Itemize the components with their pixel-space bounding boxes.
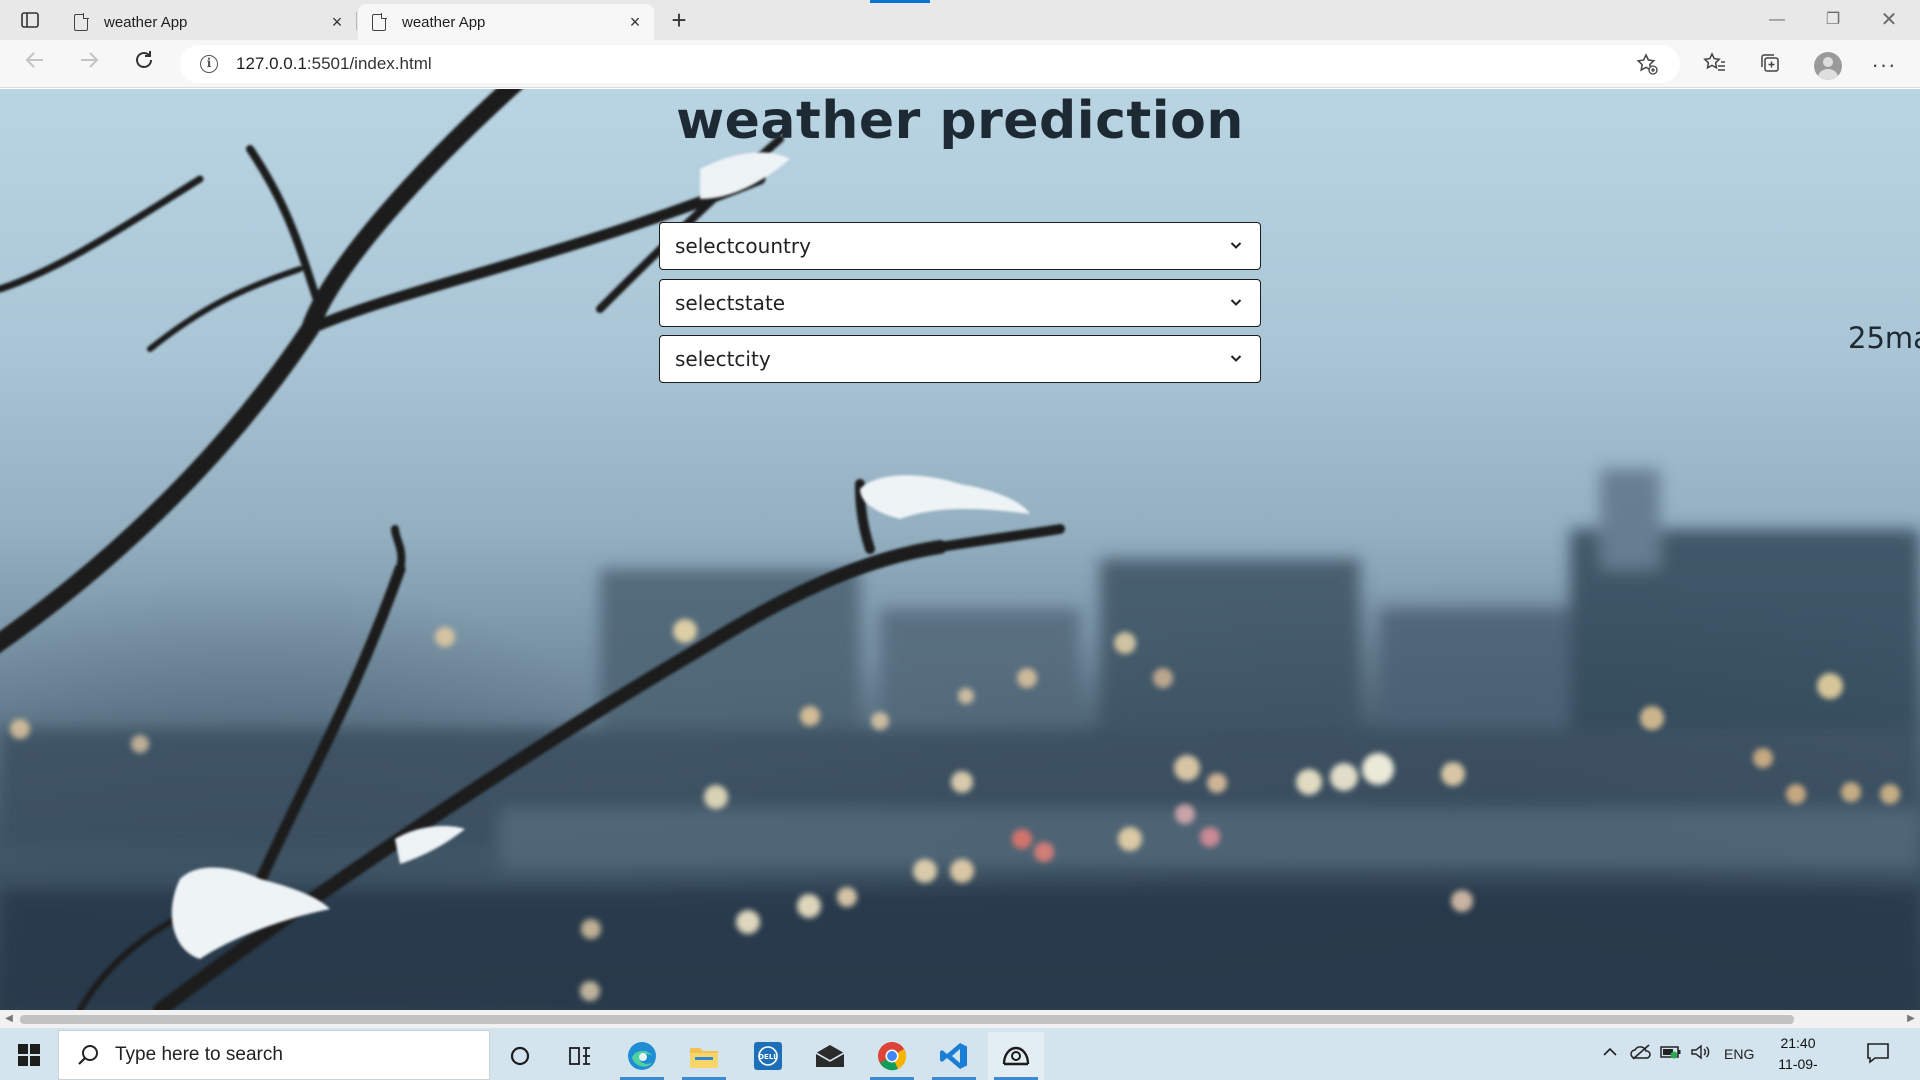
tab-title: weather App [104, 13, 188, 31]
page-viewport: weather prediction selectcountry selects… [0, 89, 1920, 1010]
city-select[interactable]: selectcity [659, 335, 1261, 383]
back-arrow-icon[interactable] [20, 49, 50, 79]
chevron-down-icon [1230, 299, 1242, 306]
taskbar-search[interactable]: Type here to search [58, 1030, 490, 1080]
window-close-icon[interactable]: ✕ [1866, 4, 1912, 36]
favorites-icon[interactable] [1702, 52, 1728, 78]
browser-toolbar: i 127.0.0.1:5501/index.html ··· [0, 40, 1920, 88]
close-icon[interactable]: × [328, 13, 346, 31]
country-select-value: selectcountry [675, 234, 811, 258]
windows-start-icon[interactable] [18, 1044, 40, 1066]
chevron-down-icon [1230, 242, 1242, 249]
scrollbar-thumb[interactable] [20, 1015, 1794, 1024]
plus-icon[interactable]: + [664, 6, 694, 36]
scroll-left-icon[interactable]: ◀ [0, 1010, 18, 1028]
close-icon[interactable]: × [626, 13, 644, 31]
snip-sketch-icon[interactable] [988, 1032, 1044, 1080]
search-placeholder: Type here to search [115, 1044, 283, 1065]
tab-separator [356, 12, 357, 30]
address-bar[interactable]: i 127.0.0.1:5501/index.html [180, 45, 1680, 83]
country-select[interactable]: selectcountry [659, 222, 1261, 270]
city-select-value: selectcity [675, 347, 771, 371]
horizontal-scrollbar[interactable]: ◀ ▶ [0, 1010, 1920, 1028]
tab-actions-icon[interactable] [14, 8, 46, 32]
onedrive-icon[interactable] [1630, 1044, 1652, 1065]
task-view-icon[interactable] [552, 1032, 608, 1080]
volume-icon[interactable] [1690, 1044, 1712, 1065]
taskbar: Type here to search DELL ENG 21:40 11-09… [0, 1028, 1920, 1080]
tab-title: weather App [402, 13, 486, 31]
notifications-icon[interactable] [1866, 1042, 1890, 1064]
dell-icon[interactable]: DELL [740, 1032, 796, 1080]
edge-icon[interactable] [614, 1032, 670, 1080]
taskbar-clock[interactable]: 21:40 11-09-2021 [1768, 1033, 1828, 1080]
tab-weather-app-2[interactable]: weather App × [358, 4, 654, 40]
tab-weather-app-1[interactable]: weather App × [60, 4, 356, 40]
state-select-value: selectstate [675, 291, 786, 315]
mail-icon[interactable] [802, 1032, 858, 1080]
cortana-icon[interactable] [492, 1032, 548, 1080]
clock-time: 21:40 [1780, 1035, 1816, 1051]
forward-arrow-icon[interactable] [74, 49, 104, 79]
state-select[interactable]: selectstate [659, 279, 1261, 327]
profile-avatar[interactable] [1814, 52, 1842, 80]
refresh-icon[interactable] [129, 49, 159, 79]
search-icon [78, 1045, 98, 1065]
page-title: weather prediction [676, 91, 1244, 151]
svg-text:DELL: DELL [758, 1053, 778, 1061]
chevron-up-icon[interactable] [1602, 1044, 1618, 1065]
battery-icon[interactable] [1660, 1044, 1682, 1065]
overflow-text: 25ma [1848, 321, 1920, 355]
add-favorite-icon[interactable] [1636, 53, 1658, 81]
file-explorer-icon[interactable] [676, 1032, 732, 1080]
page-icon [74, 12, 89, 31]
collections-icon[interactable] [1757, 52, 1783, 78]
info-icon[interactable]: i [200, 55, 218, 73]
scroll-right-icon[interactable]: ▶ [1902, 1010, 1920, 1028]
chevron-down-icon [1230, 355, 1242, 362]
more-menu-icon[interactable]: ··· [1871, 52, 1897, 78]
minimize-icon[interactable]: — [1754, 4, 1800, 36]
chrome-icon[interactable] [864, 1032, 920, 1080]
page-icon [372, 12, 387, 31]
vscode-icon[interactable] [926, 1032, 982, 1080]
language-indicator[interactable]: ENG [1724, 1046, 1754, 1062]
loading-indicator [870, 0, 930, 3]
tab-strip: weather App × weather App × + — ❐ ✕ [0, 0, 1920, 40]
url-text[interactable]: 127.0.0.1:5501/index.html [236, 54, 432, 74]
restore-icon[interactable]: ❐ [1810, 4, 1856, 36]
clock-date: 11-09-2021 [1778, 1056, 1818, 1080]
